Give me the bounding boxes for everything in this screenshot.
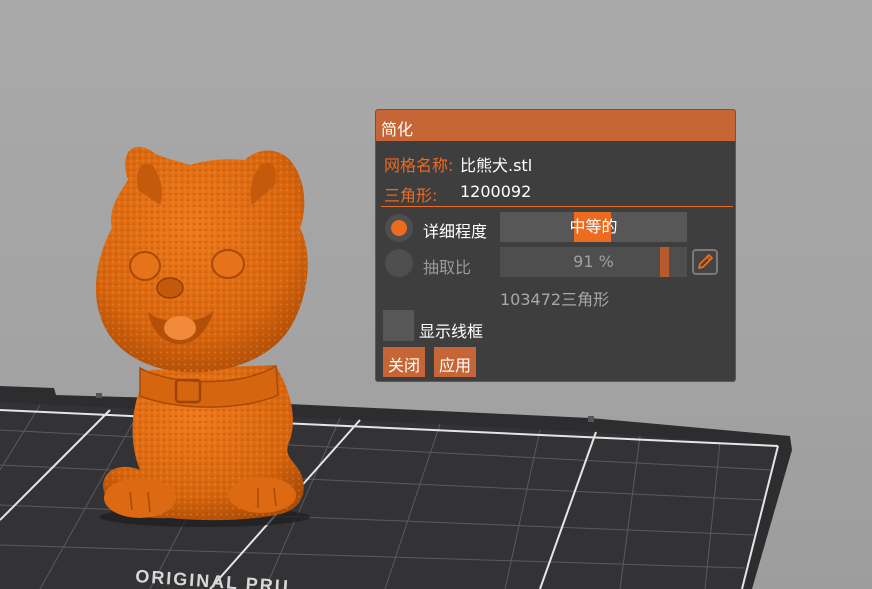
decimate-slider-handle[interactable] [660, 247, 669, 277]
decimate-radio[interactable] [385, 249, 413, 277]
detail-level-radio[interactable] [385, 214, 413, 242]
close-button[interactable]: 关闭 [383, 347, 426, 377]
dog-model[interactable] [95, 146, 310, 527]
detail-level-slider[interactable]: 中等的 [500, 212, 687, 242]
triangles-label: 三角形: [384, 186, 438, 205]
mesh-name-label: 网格名称: [384, 156, 454, 175]
decimate-value: 91 % [573, 252, 614, 271]
decimate-slider[interactable]: 91 % [500, 247, 687, 277]
triangles-value: 1200092 [460, 182, 532, 201]
detail-level-value: 中等的 [569, 217, 618, 236]
edit-ratio-button[interactable] [692, 249, 718, 275]
mesh-name-value: 比熊犬.stl [460, 156, 533, 175]
dialog-title: 简化 [376, 110, 735, 141]
simplify-dialog: 简化 网格名称: 比熊犬.stl 三角形: 1200092 详细程度 中等的 抽… [375, 109, 736, 382]
pencil-icon [698, 254, 713, 269]
show-wireframe-label: 显示线框 [419, 322, 484, 341]
show-wireframe-checkbox[interactable] [383, 310, 414, 341]
separator [381, 206, 733, 207]
radio-selected-dot [391, 220, 407, 236]
result-triangles: 103472三角形 [500, 290, 610, 309]
apply-button[interactable]: 应用 [434, 347, 477, 377]
detail-level-label: 详细程度 [423, 222, 488, 241]
decimate-label: 抽取比 [423, 258, 472, 277]
